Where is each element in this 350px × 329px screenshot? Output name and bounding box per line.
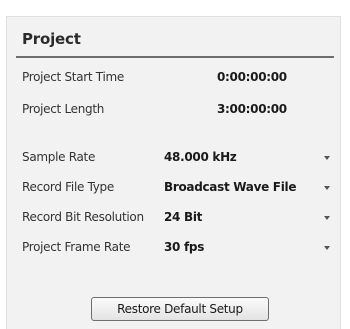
restore-default-setup-button[interactable]: Restore Default Setup	[91, 297, 269, 321]
bit-resolution-select[interactable]: Record Bit Resolution 24 Bit	[7, 210, 342, 228]
record-file-type-label: Record File Type	[22, 180, 114, 194]
sample-rate-value[interactable]: 48.000 kHz	[164, 150, 237, 164]
sample-rate-label: Sample Rate	[22, 150, 96, 164]
record-file-type-value[interactable]: Broadcast Wave File	[164, 180, 296, 194]
project-length-value[interactable]: 3:00:00:00	[217, 102, 287, 116]
chevron-down-icon[interactable]	[324, 156, 330, 160]
project-length-label: Project Length	[22, 102, 105, 116]
panel-title: Project	[22, 30, 81, 48]
record-file-type-select[interactable]: Record File Type Broadcast Wave File	[7, 180, 342, 198]
bit-resolution-value[interactable]: 24 Bit	[164, 210, 202, 224]
sample-rate-select[interactable]: Sample Rate 48.000 kHz	[7, 150, 342, 168]
frame-rate-value[interactable]: 30 fps	[164, 240, 204, 254]
bit-resolution-label: Record Bit Resolution	[22, 210, 144, 224]
project-start-time-value[interactable]: 0:00:00:00	[217, 70, 287, 84]
project-setup-panel: Project Project Start Time 0:00:00:00 Pr…	[6, 16, 341, 329]
chevron-down-icon[interactable]	[324, 216, 330, 220]
project-start-time-label: Project Start Time	[22, 70, 124, 84]
title-divider	[16, 56, 334, 58]
chevron-down-icon[interactable]	[324, 246, 330, 250]
chevron-down-icon[interactable]	[324, 186, 330, 190]
project-length-row: Project Length 3:00:00:00	[7, 102, 342, 120]
frame-rate-select[interactable]: Project Frame Rate 30 fps	[7, 240, 342, 258]
frame-rate-label: Project Frame Rate	[22, 240, 131, 254]
project-start-time-row: Project Start Time 0:00:00:00	[7, 70, 342, 88]
